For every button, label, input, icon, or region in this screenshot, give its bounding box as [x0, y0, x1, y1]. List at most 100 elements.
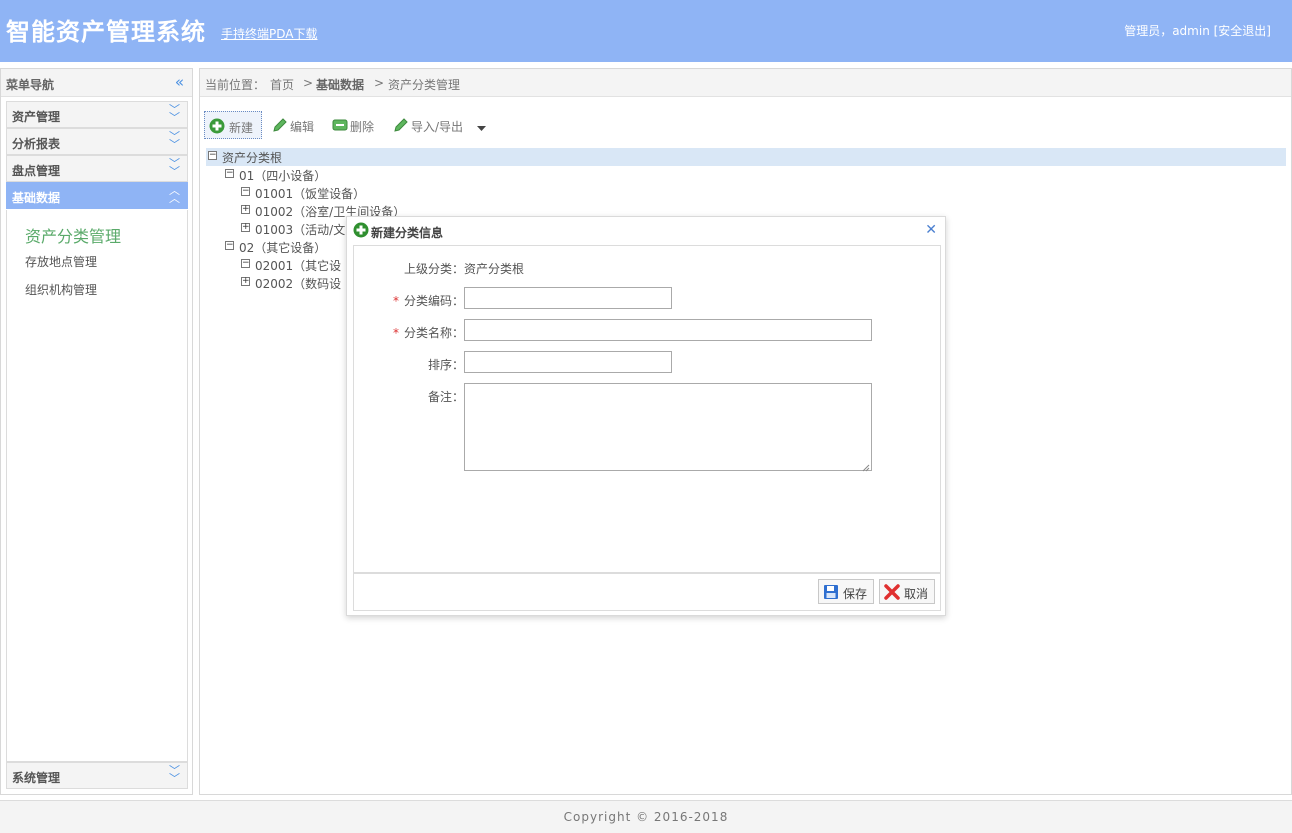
tree-node[interactable]: + 01003（活动/文	[239, 220, 349, 238]
user-name: 管理员，admin	[1124, 24, 1214, 38]
sidebar-group-asset-management[interactable]: 资产管理 ﹀ ﹀	[6, 101, 188, 128]
resize-handle-icon[interactable]	[862, 461, 870, 472]
sidebar-title: 菜单导航	[6, 78, 55, 92]
pencil-icon	[393, 117, 409, 136]
breadcrumb-home[interactable]: 首页	[270, 76, 294, 93]
sidebar-group-inventory-management[interactable]: 盘点管理 ﹀ ﹀	[6, 155, 188, 182]
tree-node-label: 01001（饭堂设备）	[255, 187, 366, 201]
save-label: 保存	[843, 587, 868, 601]
tree-node-root[interactable]: − 资产分类根	[206, 148, 1286, 166]
parent-category-label: 上级分类：	[403, 262, 464, 276]
tree-node-label: 02（其它设备）	[239, 241, 327, 255]
plus-circle-icon	[353, 222, 369, 241]
sidebar-item-asset-category[interactable]: 资产分类管理	[25, 223, 121, 247]
code-label-row: * 分类编码：	[354, 292, 464, 309]
top-header: 智能资产管理系统 手持终端PDA下载 管理员，admin [安全退出]	[0, 0, 1292, 62]
copyright-text: Copyright © 2016-2018	[563, 810, 729, 824]
sidebar-header: 菜单导航 «	[1, 69, 192, 97]
double-chevron-down-icon: ﹀ ﹀	[169, 157, 180, 178]
pencil-icon	[272, 117, 288, 136]
sidebar-nav: 菜单导航 « 资产管理 ﹀ ﹀ 分析报表 ﹀ ﹀ 盘点管理 ﹀ ﹀ 基础数据 ︿ ︿ 资…	[0, 68, 193, 795]
expand-toggle-icon[interactable]: +	[241, 277, 250, 286]
double-chevron-up-icon: ︿ ︿	[169, 184, 180, 205]
tree-node-label: 01（四小设备）	[239, 169, 327, 183]
sidebar-group-label: 资产管理	[12, 110, 61, 124]
remark-textarea[interactable]	[464, 383, 872, 472]
category-code-input[interactable]	[464, 287, 672, 309]
collapse-toggle-icon[interactable]: −	[208, 151, 217, 160]
sidebar-group-label: 分析报表	[12, 137, 61, 151]
tree-node[interactable]: − 02001（其它设	[239, 256, 347, 274]
logout-link[interactable]: [安全退出]	[1214, 24, 1271, 38]
order-input[interactable]	[464, 351, 672, 373]
dialog-form: 上级分类： 资产分类根 * 分类编码： * 分类名称： 排序： 备注：	[353, 245, 941, 573]
edit-label: 编辑	[290, 120, 315, 134]
tree-node[interactable]: + 02002（数码设	[239, 274, 347, 292]
import-export-menu-button[interactable]: 导入/导出	[389, 111, 489, 139]
floppy-disk-icon	[823, 584, 839, 603]
required-mark: *	[392, 294, 399, 308]
tree-node[interactable]: − 01（四小设备）	[223, 166, 423, 184]
basic-data-submenu: 资产分类管理 存放地点管理 组织机构管理	[6, 210, 188, 762]
collapse-sidebar-icon[interactable]: «	[175, 73, 184, 91]
remark-label: 备注：	[427, 390, 464, 404]
sidebar-item-storage-location[interactable]: 存放地点管理	[25, 253, 97, 270]
dialog-footer: 保存 取消	[353, 573, 941, 611]
sidebar-group-label: 基础数据	[12, 191, 61, 205]
code-label: 分类编码：	[403, 294, 464, 308]
user-info: 管理员，admin [安全退出]	[1124, 22, 1271, 39]
sidebar-group-analysis-reports[interactable]: 分析报表 ﹀ ﹀	[6, 128, 188, 155]
cancel-label: 取消	[904, 587, 929, 601]
order-label: 排序：	[427, 358, 464, 372]
expand-toggle-icon[interactable]: +	[241, 223, 250, 232]
cancel-button[interactable]: 取消	[879, 579, 935, 604]
red-x-icon	[884, 584, 900, 603]
page-footer: Copyright © 2016-2018	[0, 800, 1292, 833]
sidebar-item-organization[interactable]: 组织机构管理	[25, 281, 97, 298]
breadcrumb: 当前位置： 首页 > 基础数据 > 资产分类管理	[200, 69, 1291, 97]
dialog-title: 新建分类信息	[371, 226, 444, 240]
sidebar-group-label: 盘点管理	[12, 164, 61, 178]
collapse-toggle-icon[interactable]: −	[241, 259, 250, 268]
import-export-label: 导入/导出	[411, 120, 464, 134]
double-chevron-down-icon: ﹀ ﹀	[169, 103, 180, 124]
breadcrumb-page: 资产分类管理	[388, 78, 461, 92]
sidebar-group-system-management[interactable]: 系统管理 ﹀ ﹀	[6, 762, 188, 789]
plus-circle-icon	[209, 118, 225, 137]
name-label: 分类名称：	[403, 326, 464, 340]
tree-node-label: 02002（数码设	[255, 277, 342, 291]
app-title: 智能资产管理系统	[6, 18, 206, 46]
sidebar-group-label: 系统管理	[12, 771, 61, 785]
new-button[interactable]: 新建	[204, 111, 262, 139]
required-mark: *	[392, 326, 399, 340]
tree-node[interactable]: − 01001（饭堂设备）	[239, 184, 439, 202]
expand-toggle-icon[interactable]: +	[241, 205, 250, 214]
tree-node-label: 资产分类根	[222, 151, 283, 165]
breadcrumb-sep: >	[303, 76, 314, 90]
collapse-toggle-icon[interactable]: −	[241, 187, 250, 196]
delete-label: 删除	[350, 120, 375, 134]
save-button[interactable]: 保存	[818, 579, 874, 604]
breadcrumb-prefix: 当前位置：	[205, 78, 266, 92]
tree-node-label: 02001（其它设	[255, 259, 342, 273]
double-chevron-down-icon: ﹀ ﹀	[169, 130, 180, 151]
delete-button[interactable]: 删除	[328, 111, 384, 139]
minus-box-icon	[332, 117, 348, 136]
edit-button[interactable]: 编辑	[268, 111, 324, 139]
name-label-row: * 分类名称：	[354, 324, 464, 341]
new-category-dialog: 新建分类信息 ✕ 上级分类： 资产分类根 * 分类编码： * 分类名称： 排序： 备…	[346, 216, 946, 616]
double-chevron-down-icon: ﹀ ﹀	[169, 764, 180, 785]
tree-node-label: 01003（活动/文	[255, 223, 346, 237]
sidebar-group-basic-data[interactable]: 基础数据 ︿ ︿	[6, 182, 188, 209]
category-name-input[interactable]	[464, 319, 872, 341]
dialog-header: 新建分类信息 ✕	[347, 217, 945, 245]
parent-category-value: 资产分类根	[464, 262, 525, 276]
new-label: 新建	[229, 121, 254, 135]
collapse-toggle-icon[interactable]: −	[225, 241, 234, 250]
breadcrumb-section: 基础数据	[316, 78, 365, 92]
close-icon[interactable]: ✕	[925, 222, 937, 238]
breadcrumb-sep: >	[374, 76, 385, 90]
caret-down-icon	[477, 121, 486, 135]
pda-download-link[interactable]: 手持终端PDA下载	[221, 25, 317, 42]
collapse-toggle-icon[interactable]: −	[225, 169, 234, 178]
